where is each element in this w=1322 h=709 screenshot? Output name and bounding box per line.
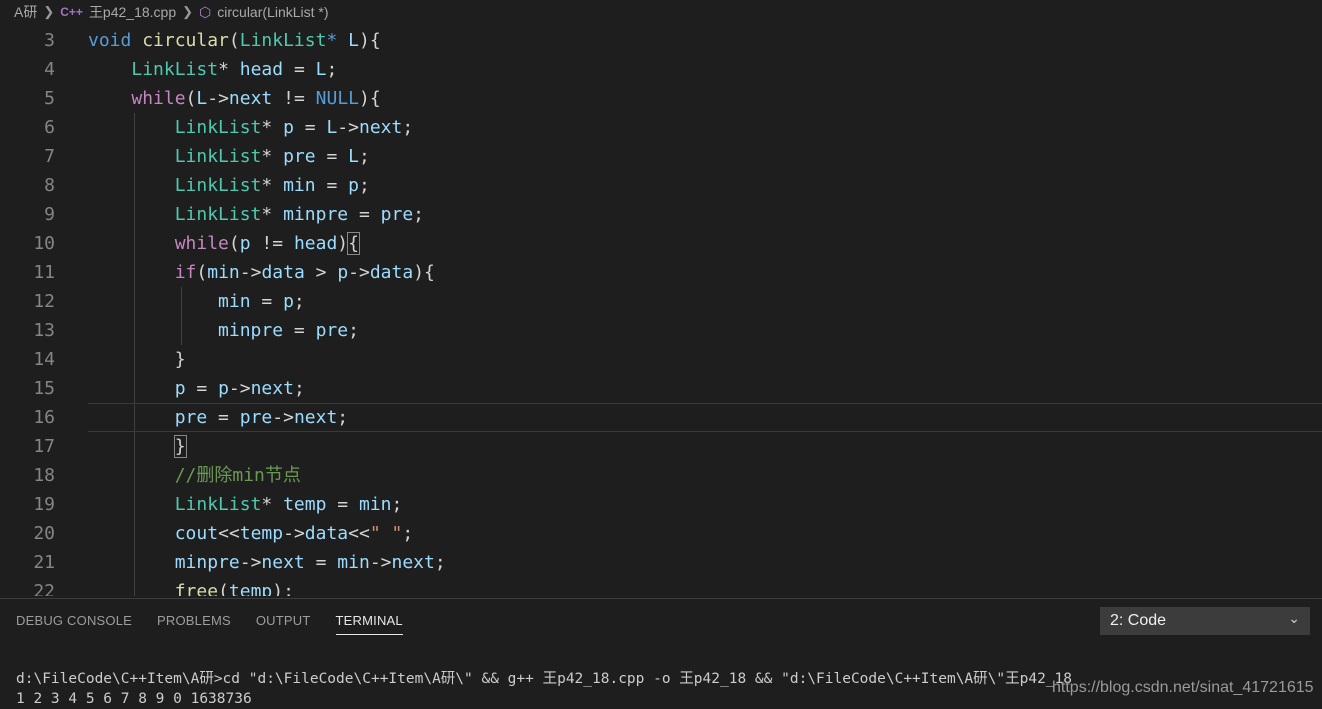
line-number: 13 [33, 320, 55, 341]
watermark-text: https://blog.csdn.net/sinat_41721615 [1052, 679, 1314, 696]
line-number: 22 [33, 581, 55, 596]
tab-problems[interactable]: PROBLEMS [157, 613, 231, 635]
line-number: 8 [44, 175, 55, 196]
terminal-line: 1 2 3 4 5 6 7 8 9 0 1638736 [16, 691, 252, 707]
terminal-select-value: 2: Code [1110, 612, 1167, 629]
code-line[interactable]: if(min->data > p->data){ [88, 258, 435, 287]
line-number: 12 [33, 291, 55, 312]
cube-icon: ⬡ [199, 3, 212, 20]
chevron-down-icon: ⌄ [1288, 610, 1300, 626]
terminal-output[interactable]: d:\FileCode\C++Item\A研>cd "d:\FileCode\C… [16, 669, 1072, 709]
line-number: 16 [33, 407, 55, 428]
code-line[interactable]: minpre = pre; [88, 316, 359, 345]
code-editor[interactable]: 3 void circular(LinkList* L){ 4 LinkList*… [0, 26, 1322, 596]
line-number: 3 [44, 30, 55, 51]
code-line[interactable]: minpre->next = min->next; [88, 548, 446, 577]
line-number: 4 [44, 59, 55, 80]
tab-terminal[interactable]: TERMINAL [335, 613, 403, 635]
cpp-file-icon: C++ [60, 5, 83, 19]
code-line[interactable]: min = p; [88, 287, 305, 316]
panel-tabs: DEBUG CONSOLE PROBLEMS OUTPUT TERMINAL [16, 613, 403, 635]
code-line[interactable]: } [88, 432, 187, 461]
breadcrumb-symbol[interactable]: circular(LinkList *) [217, 4, 328, 20]
code-line[interactable]: LinkList* pre = L; [88, 142, 370, 171]
line-number: 14 [33, 349, 55, 370]
line-number: 10 [33, 233, 55, 254]
breadcrumb-folder[interactable]: A研 [14, 2, 37, 22]
code-line[interactable]: free(temp); [88, 577, 294, 596]
code-line[interactable]: p = p->next; [88, 374, 305, 403]
code-line[interactable]: while(L->next != NULL){ [88, 84, 380, 113]
code-line[interactable]: LinkList* temp = min; [88, 490, 403, 519]
line-number: 9 [44, 204, 55, 225]
tab-output[interactable]: OUTPUT [256, 613, 311, 635]
code-line[interactable]: cout<<temp->data<<" "; [88, 519, 414, 548]
code-line[interactable]: pre = pre->next; [88, 403, 348, 432]
code-line[interactable]: void circular(LinkList* L){ [88, 26, 381, 55]
line-number: 6 [44, 117, 55, 138]
code-line[interactable]: LinkList* minpre = pre; [88, 200, 424, 229]
chevron-right-icon: ❯ [182, 4, 194, 19]
breadcrumb-file[interactable]: 王p42_18.cpp [89, 2, 176, 22]
breadcrumb: A研 ❯ C++ 王p42_18.cpp ❯ ⬡ circular(LinkLi… [0, 0, 1322, 24]
line-number: 17 [33, 436, 55, 457]
line-number: 11 [33, 262, 55, 283]
tab-debug-console[interactable]: DEBUG CONSOLE [16, 613, 132, 635]
terminal-line: d:\FileCode\C++Item\A研>cd "d:\FileCode\C… [16, 671, 1073, 687]
line-number: 15 [33, 378, 55, 399]
code-comment[interactable]: //删除min节点 [88, 461, 301, 490]
line-number: 18 [33, 465, 55, 486]
bottom-panel: DEBUG CONSOLE PROBLEMS OUTPUT TERMINAL 2… [0, 598, 1322, 709]
line-number: 5 [44, 88, 55, 109]
line-number: 21 [33, 552, 55, 573]
line-number: 19 [33, 494, 55, 515]
terminal-select[interactable]: 2: Code ⌄ [1100, 607, 1310, 635]
code-line[interactable]: } [88, 345, 186, 374]
code-line[interactable]: LinkList* p = L->next; [88, 113, 413, 142]
line-number: 20 [33, 523, 55, 544]
code-line[interactable]: LinkList* head = L; [88, 55, 337, 84]
line-number: 7 [44, 146, 55, 167]
chevron-right-icon: ❯ [43, 4, 55, 19]
code-line[interactable]: LinkList* min = p; [88, 171, 370, 200]
code-line[interactable]: while(p != head){ [88, 229, 360, 258]
